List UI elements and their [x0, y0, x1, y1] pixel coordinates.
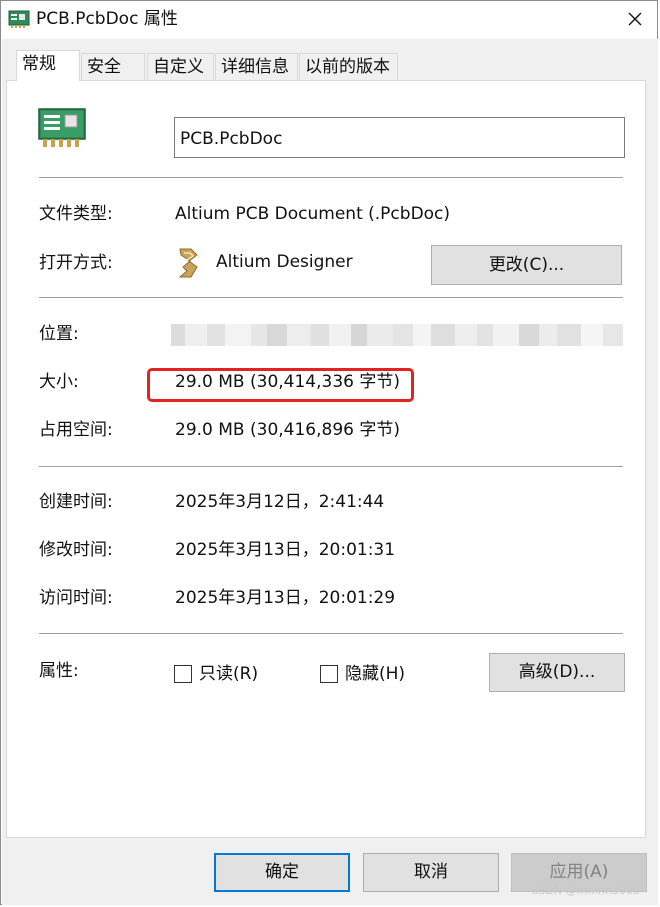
- tab-details[interactable]: 详细信息: [215, 53, 298, 80]
- pcb-file-icon: [8, 10, 30, 28]
- readonly-checkbox[interactable]: [174, 665, 192, 683]
- advanced-button[interactable]: 高级(D)...: [489, 653, 625, 692]
- file-type-value: Altium PCB Document (.PcbDoc): [175, 204, 451, 224]
- accessed-label: 访问时间:: [39, 588, 113, 608]
- created-value: 2025年3月12日，2:41:44: [175, 492, 385, 512]
- separator: [39, 633, 623, 634]
- highlight-annotation: [147, 368, 414, 402]
- attributes-label: 属性:: [39, 661, 79, 681]
- properties-dialog: PCB.PcbDoc 属性 常规 安全 自定义 详细信息 以前的版本 PCB.P…: [0, 0, 658, 905]
- accessed-value: 2025年3月13日，20:01:29: [175, 588, 396, 608]
- separator: [39, 297, 623, 298]
- size-label: 大小:: [39, 372, 79, 392]
- separator: [39, 177, 623, 178]
- separator: [39, 466, 623, 467]
- location-value-blurred: [171, 324, 627, 346]
- tab-security[interactable]: 安全: [81, 53, 145, 80]
- title-bar[interactable]: PCB.PcbDoc 属性: [1, 1, 657, 39]
- created-label: 创建时间:: [39, 492, 113, 512]
- altium-designer-icon: [178, 248, 198, 278]
- opens-with-label: 打开方式:: [39, 253, 113, 273]
- close-icon: [628, 12, 642, 26]
- modified-label: 修改时间:: [39, 540, 113, 560]
- file-name-field[interactable]: [174, 117, 625, 158]
- size-on-disk-label: 占用空间:: [39, 420, 113, 440]
- ok-button[interactable]: 确定: [214, 853, 350, 892]
- hidden-label[interactable]: 隐藏(H): [345, 663, 405, 685]
- size-on-disk-value: 29.0 MB (30,416,896 字节): [175, 420, 400, 440]
- file-type-label: 文件类型:: [39, 204, 113, 224]
- readonly-label[interactable]: 只读(R): [199, 663, 258, 685]
- change-button[interactable]: 更改(C)...: [431, 245, 622, 285]
- pcb-file-large-icon: [38, 108, 86, 147]
- opens-with-value: Altium Designer: [216, 252, 353, 272]
- watermark: CSDN @mmhh3000: [530, 884, 640, 897]
- tab-page-general: 文件类型: Altium PCB Document (.PcbDoc) 打开方式…: [6, 80, 646, 838]
- cancel-button[interactable]: 取消: [363, 853, 499, 892]
- modified-value: 2025年3月13日，20:01:31: [175, 540, 396, 560]
- dialog-body: 常规 安全 自定义 详细信息 以前的版本 文件类型: A: [2, 39, 658, 905]
- location-label: 位置:: [39, 324, 79, 344]
- window-title: PCB.PcbDoc 属性: [36, 9, 178, 29]
- hidden-checkbox[interactable]: [320, 665, 338, 683]
- tab-custom[interactable]: 自定义: [147, 53, 214, 80]
- tab-previous-versions[interactable]: 以前的版本: [299, 53, 398, 80]
- tab-general[interactable]: 常规: [16, 50, 80, 81]
- close-button[interactable]: [611, 1, 657, 37]
